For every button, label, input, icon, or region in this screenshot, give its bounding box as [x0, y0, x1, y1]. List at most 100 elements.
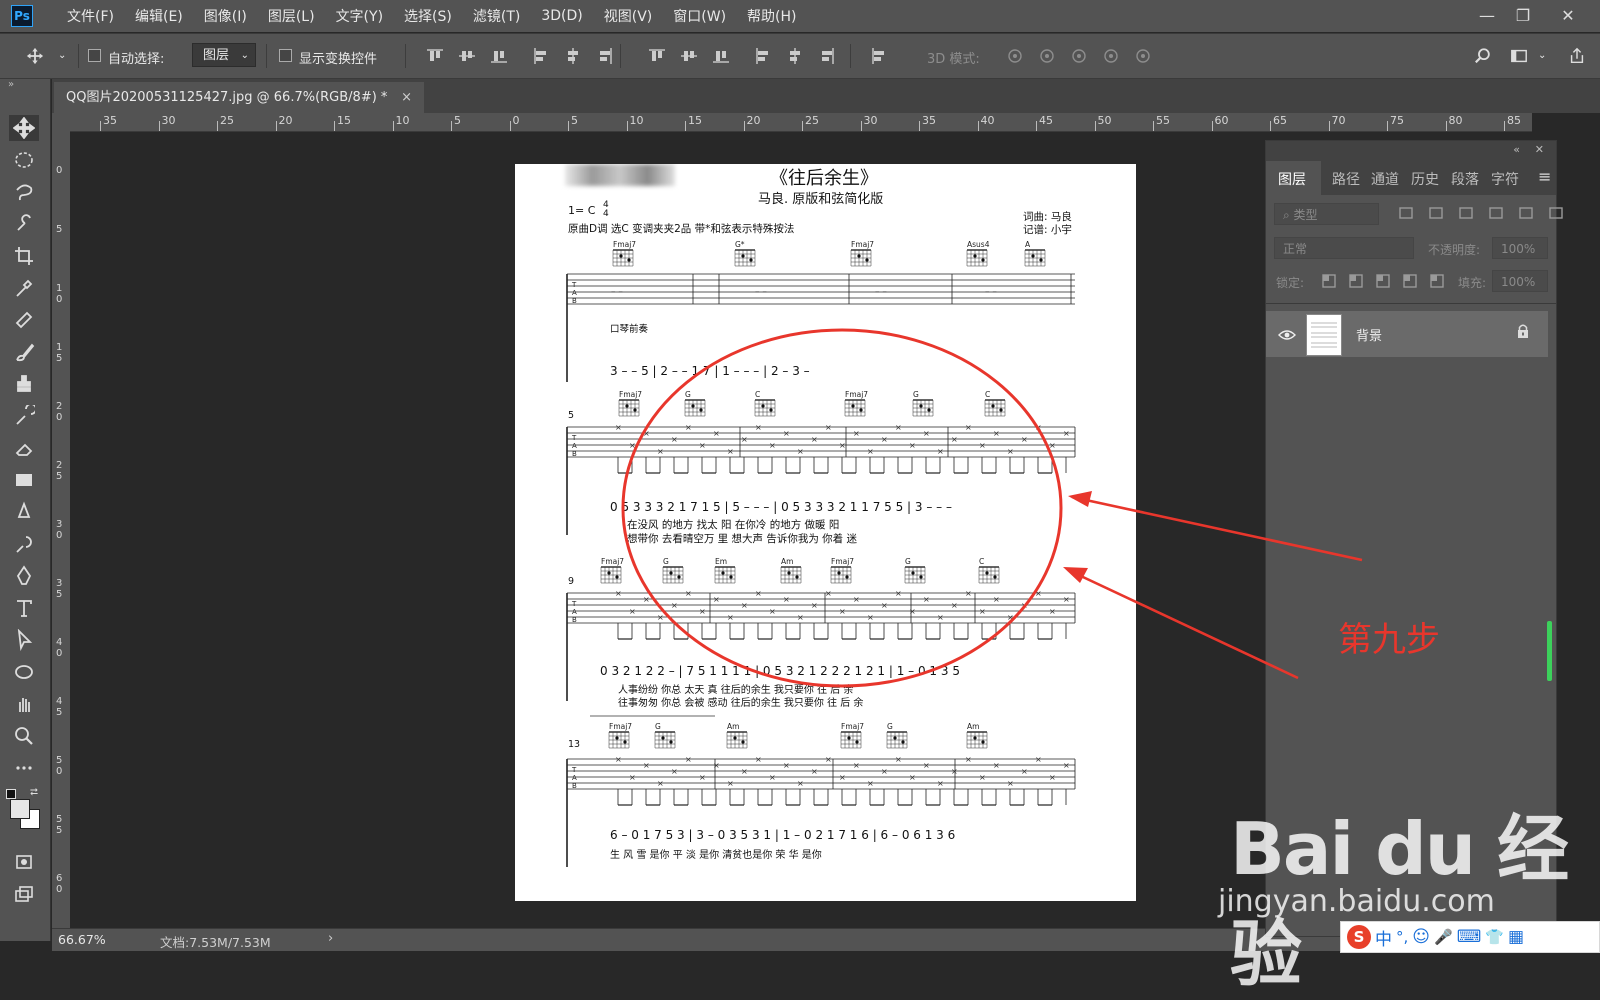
- swap-colors-icon[interactable]: ⮂: [30, 787, 38, 798]
- tab-history[interactable]: 历史: [1411, 169, 1439, 189]
- visibility-eye-icon[interactable]: [1278, 326, 1296, 345]
- tool-preset-chevron-icon[interactable]: ⌄: [58, 50, 66, 61]
- menu-window[interactable]: 窗口(W): [673, 6, 726, 26]
- menu-type[interactable]: 文字(Y): [336, 6, 383, 26]
- layer-row-background[interactable]: 背景: [1266, 311, 1548, 357]
- lock-image-icon[interactable]: [1348, 273, 1364, 289]
- 3d-pan-icon[interactable]: [1070, 47, 1088, 65]
- move-tool-icon[interactable]: [26, 47, 44, 65]
- ime-emoji-icon[interactable]: ☺: [1412, 927, 1430, 947]
- align-top-icon[interactable]: [426, 47, 444, 65]
- more-tools-icon[interactable]: [9, 755, 39, 781]
- menu-filter[interactable]: 滤镜(T): [473, 6, 520, 26]
- distribute-top-icon[interactable]: [648, 47, 666, 65]
- auto-select-checkbox[interactable]: [88, 49, 101, 62]
- search-icon[interactable]: [1474, 47, 1492, 65]
- sogou-logo-icon[interactable]: S: [1347, 925, 1371, 949]
- menu-3d[interactable]: 3D(D): [541, 8, 582, 24]
- scroll-indicator[interactable]: [1547, 621, 1552, 681]
- close-window-button[interactable]: ✕: [1548, 0, 1588, 30]
- document-image[interactable]: 《往后余生》 马良. 原版和弦简化版 1= C 4 4 原曲D调 选C 变调夹夹…: [515, 164, 1136, 901]
- blend-mode-dropdown[interactable]: 正常: [1274, 237, 1414, 259]
- eyedropper-icon[interactable]: [9, 275, 39, 301]
- auto-align-icon[interactable]: [870, 47, 888, 65]
- lock-artboard-icon[interactable]: [1402, 273, 1418, 289]
- fill-field[interactable]: 100%: [1492, 270, 1548, 292]
- workspace-icon[interactable]: [1510, 47, 1528, 65]
- align-left-icon[interactable]: [532, 47, 550, 65]
- menu-layer[interactable]: 图层(L): [268, 6, 315, 26]
- photoshop-logo[interactable]: Ps: [11, 5, 33, 27]
- ime-toolbox-icon[interactable]: ▦: [1508, 927, 1524, 947]
- align-hcenter-icon[interactable]: [564, 47, 582, 65]
- distribute-left-icon[interactable]: [754, 47, 772, 65]
- distribute-right-icon[interactable]: [818, 47, 836, 65]
- menu-help[interactable]: 帮助(H): [747, 6, 796, 26]
- type-icon[interactable]: [9, 595, 39, 621]
- 3d-orbit-icon[interactable]: [1006, 47, 1024, 65]
- tab-paths[interactable]: 路径: [1332, 169, 1360, 189]
- filter-toggle-icon[interactable]: [1548, 205, 1564, 221]
- adjustment-filter-icon[interactable]: [1428, 205, 1444, 221]
- share-icon[interactable]: [1568, 47, 1586, 65]
- collapse-panel-icon[interactable]: «: [1513, 143, 1520, 156]
- eraser-icon[interactable]: [9, 435, 39, 461]
- lasso-icon[interactable]: [9, 179, 39, 205]
- marquee-ellipse-icon[interactable]: [9, 147, 39, 173]
- align-right-icon[interactable]: [596, 47, 614, 65]
- tab-channels[interactable]: 通道: [1371, 169, 1399, 189]
- align-vcenter-icon[interactable]: [458, 47, 476, 65]
- foreground-color[interactable]: [10, 799, 30, 819]
- lock-position-icon[interactable]: [1375, 273, 1391, 289]
- workspace-chevron-icon[interactable]: ⌄: [1538, 50, 1546, 61]
- close-tab-icon[interactable]: ×: [401, 82, 412, 113]
- ime-keyboard-icon[interactable]: ⌨: [1457, 927, 1482, 947]
- tab-paragraph[interactable]: 段落: [1451, 169, 1479, 189]
- history-brush-icon[interactable]: [9, 403, 39, 429]
- clone-stamp-icon[interactable]: [9, 371, 39, 397]
- zoom-level[interactable]: 66.67%: [58, 932, 106, 947]
- smart-object-filter-icon[interactable]: [1518, 205, 1534, 221]
- menu-file[interactable]: 文件(F): [67, 6, 114, 26]
- menu-select[interactable]: 选择(S): [404, 6, 452, 26]
- lock-transparent-icon[interactable]: [1321, 273, 1337, 289]
- panel-menu-icon[interactable]: ≡: [1538, 167, 1551, 186]
- restore-button[interactable]: ❐: [1503, 0, 1543, 30]
- blur-icon[interactable]: [9, 499, 39, 525]
- menu-image[interactable]: 图像(I): [204, 6, 247, 26]
- status-menu-arrow-icon[interactable]: ›: [328, 931, 333, 946]
- move-tool-icon[interactable]: [9, 115, 39, 141]
- horizontal-ruler[interactable]: 35 30 25 20 15 10 5 0 5 10 15 20 25 30 35 40 45 50 55 60 65 7…: [70, 113, 1532, 132]
- ime-punctuation-icon[interactable]: °,: [1396, 928, 1408, 946]
- color-swatches[interactable]: ⮂: [6, 787, 42, 829]
- type-filter-icon[interactable]: [1458, 205, 1474, 221]
- brush-icon[interactable]: [9, 339, 39, 365]
- close-panel-icon[interactable]: ✕: [1535, 143, 1544, 156]
- distribute-bottom-icon[interactable]: [712, 47, 730, 65]
- auto-select-dropdown[interactable]: 图层 ⌄: [192, 43, 256, 67]
- expand-toolbar-icon[interactable]: »: [8, 79, 14, 90]
- healing-brush-icon[interactable]: [9, 307, 39, 333]
- 3d-slide-icon[interactable]: [1102, 47, 1120, 65]
- opacity-field[interactable]: 100%: [1492, 237, 1548, 259]
- menu-edit[interactable]: 编辑(E): [135, 6, 183, 26]
- pixel-filter-icon[interactable]: [1398, 205, 1414, 221]
- layer-name[interactable]: 背景: [1356, 325, 1382, 344]
- layer-filter-dropdown[interactable]: ⌕ 类型: [1274, 203, 1379, 225]
- path-select-icon[interactable]: [9, 627, 39, 653]
- minimize-button[interactable]: —: [1467, 0, 1507, 30]
- menu-view[interactable]: 视图(V): [604, 6, 653, 26]
- default-colors-icon[interactable]: [6, 789, 16, 799]
- shape-filter-icon[interactable]: [1488, 205, 1504, 221]
- ellipse-shape-icon[interactable]: [9, 659, 39, 685]
- 3d-scale-icon[interactable]: [1134, 47, 1152, 65]
- show-transform-checkbox[interactable]: [279, 49, 292, 62]
- align-bottom-icon[interactable]: [490, 47, 508, 65]
- screen-mode-icon[interactable]: [9, 881, 39, 907]
- tab-character[interactable]: 字符: [1491, 169, 1519, 189]
- hand-icon[interactable]: [9, 691, 39, 717]
- quick-mask-icon[interactable]: [9, 849, 39, 875]
- zoom-icon[interactable]: [9, 723, 39, 749]
- dodge-icon[interactable]: [9, 531, 39, 557]
- tab-layers[interactable]: 图层: [1278, 169, 1306, 189]
